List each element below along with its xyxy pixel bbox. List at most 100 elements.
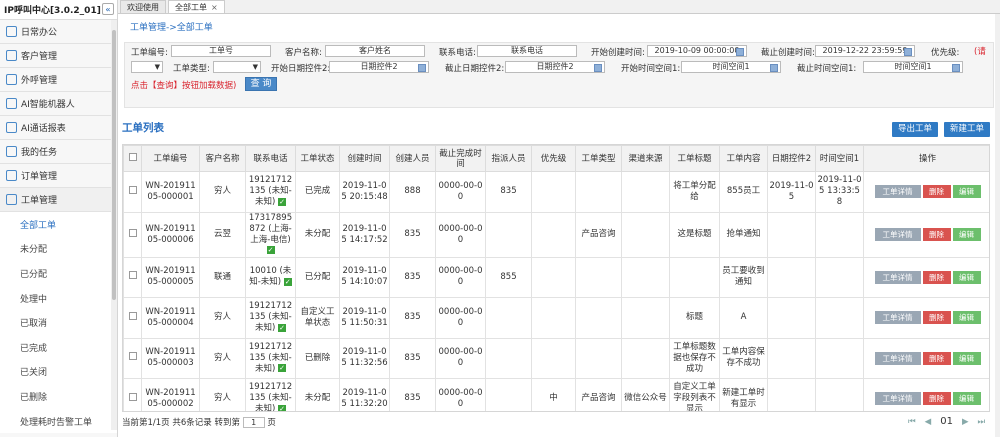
detail-button[interactable]: 工单详情 bbox=[874, 185, 921, 199]
cell-text: 标题 bbox=[685, 312, 703, 323]
export-button[interactable]: 导出工单 bbox=[892, 122, 938, 137]
detail-button[interactable]: 工单详情 bbox=[874, 392, 921, 406]
main-scrollbar[interactable] bbox=[995, 14, 1000, 437]
start-create-input[interactable]: 2019-10-09 00:00:00 bbox=[647, 45, 747, 57]
table-row[interactable]: WN-20191105-000005 联通 10010 (未知-未知) ✓ 已分配 20… bbox=[123, 256, 989, 298]
row-select[interactable] bbox=[123, 378, 142, 411]
cell-type bbox=[575, 297, 622, 339]
page-suffix: 页 bbox=[267, 418, 276, 428]
end-time1-label: 截止时间空间1: bbox=[797, 64, 857, 74]
menu-tickets[interactable]: 工单管理 bbox=[0, 188, 117, 212]
page-jump-input[interactable]: 1 bbox=[242, 417, 265, 428]
table-row[interactable]: WN-20191105-000004 穷人 19121712135 (未知-未知) … bbox=[123, 297, 989, 339]
ticket-no-label: 工单编号: bbox=[131, 48, 168, 58]
menu-daily-office[interactable]: 日常办公 bbox=[0, 20, 117, 44]
edit-button[interactable]: 编辑 bbox=[952, 311, 981, 325]
phone-input[interactable]: 联系电话 bbox=[477, 45, 577, 57]
end-create-input[interactable]: 2019-12-22 23:59:59 bbox=[815, 45, 915, 57]
row-select[interactable] bbox=[123, 337, 142, 379]
cell-creator: 888 bbox=[389, 171, 436, 213]
row-select[interactable] bbox=[123, 297, 142, 339]
header-select-all[interactable] bbox=[123, 145, 142, 172]
priority-select[interactable]: ▼ bbox=[131, 61, 163, 73]
detail-button[interactable]: 工单详情 bbox=[874, 228, 921, 241]
sidebar-subitem[interactable]: 已分配 bbox=[0, 261, 117, 286]
table-row[interactable]: WN-20191105-000006 云翌 17317895872 (上海-上海-电… bbox=[123, 211, 989, 258]
checkbox[interactable] bbox=[128, 271, 137, 280]
cell-channel bbox=[621, 211, 670, 258]
sidebar-subitem[interactable]: 已关闭 bbox=[0, 359, 117, 385]
prev-page-icon[interactable]: ◀ bbox=[925, 417, 932, 427]
menu-customers[interactable]: 客户管理 bbox=[0, 44, 117, 68]
delete-button[interactable]: 删除 bbox=[922, 351, 951, 365]
cell-deadline: 0000-00-00 bbox=[435, 378, 486, 411]
checkbox[interactable] bbox=[128, 153, 137, 161]
edit-button[interactable]: 编辑 bbox=[952, 270, 981, 284]
sidebar-subitem[interactable]: 已完成 bbox=[0, 334, 117, 360]
sidebar-subitem[interactable]: 处理中 bbox=[0, 285, 117, 311]
tab-welcome[interactable]: 欢迎使用 bbox=[120, 0, 166, 13]
cell-text: 835 bbox=[404, 312, 421, 323]
last-page-icon[interactable]: ⏭ bbox=[977, 417, 985, 427]
checkbox[interactable] bbox=[128, 311, 137, 320]
delete-button[interactable]: 删除 bbox=[922, 185, 951, 199]
tab-all-tickets[interactable]: 全部工单 × bbox=[168, 0, 225, 13]
menu-outbound[interactable]: 外呼管理 bbox=[0, 68, 117, 92]
menu-my-tasks[interactable]: 我的任务 bbox=[0, 140, 117, 164]
edit-button[interactable]: 编辑 bbox=[952, 228, 981, 241]
end-date2-label: 截止日期控件2: bbox=[445, 64, 505, 74]
edit-button[interactable]: 编辑 bbox=[952, 392, 981, 406]
menu-ai-robot[interactable]: AI智能机器人 bbox=[0, 92, 117, 116]
sidebar-subitem[interactable]: 未分配 bbox=[0, 236, 117, 262]
table-row[interactable]: WN-20191105-000001 穷人 19121712135 (未知-未知) … bbox=[123, 171, 989, 213]
start-date2-input[interactable]: 日期控件2 bbox=[329, 61, 429, 73]
collapse-icon[interactable]: « bbox=[102, 3, 114, 15]
first-page-icon[interactable]: ⏮ bbox=[908, 417, 916, 427]
customer-input[interactable]: 客户姓名 bbox=[325, 45, 425, 57]
edit-button[interactable]: 编辑 bbox=[952, 185, 981, 199]
end-time1-input[interactable]: 时间空间1 bbox=[863, 61, 963, 73]
delete-button[interactable]: 删除 bbox=[922, 392, 951, 406]
end-date2-input[interactable]: 日期控件2 bbox=[505, 61, 605, 73]
new-ticket-button[interactable]: 新建工单 bbox=[944, 122, 990, 137]
menu-icon bbox=[6, 50, 17, 61]
table-row[interactable]: WN-20191105-000003 穷人 19121712135 (未知-未知) … bbox=[123, 337, 989, 379]
sidebar-subitem[interactable]: 处理耗时告警工单 bbox=[0, 408, 117, 434]
row-select[interactable] bbox=[123, 211, 142, 258]
row-select[interactable] bbox=[123, 171, 142, 213]
start-time1-input[interactable]: 时间空间1 bbox=[681, 61, 781, 73]
checkbox[interactable] bbox=[128, 228, 137, 237]
filter-panel: 工单编号: 工单号 客户名称: 客户姓名 联系电话: 联系电话 开始创建时间: … bbox=[124, 42, 994, 108]
menu-ai-report[interactable]: AI通话报表 bbox=[0, 116, 117, 140]
delete-button[interactable]: 删除 bbox=[922, 270, 951, 284]
detail-button[interactable]: 工单详情 bbox=[874, 311, 921, 325]
menu-orders[interactable]: 订单管理 bbox=[0, 164, 117, 188]
cell-date2: 2019-11-05 bbox=[767, 171, 816, 213]
edit-button[interactable]: 编辑 bbox=[952, 351, 981, 365]
cell-status: 已分配 bbox=[295, 256, 340, 298]
sidebar-subitem[interactable]: 已删除 bbox=[0, 384, 117, 409]
cell-text: 835 bbox=[404, 393, 421, 404]
delete-button[interactable]: 删除 bbox=[922, 311, 951, 325]
row-select[interactable] bbox=[123, 256, 142, 298]
ticket-no-input[interactable]: 工单号 bbox=[171, 45, 271, 57]
sidebar-scroll-thumb[interactable] bbox=[112, 30, 116, 300]
detail-button[interactable]: 工单详情 bbox=[874, 270, 921, 284]
detail-button[interactable]: 工单详情 bbox=[874, 351, 921, 365]
next-page-icon[interactable]: ▶ bbox=[962, 417, 969, 427]
checkbox[interactable] bbox=[128, 352, 137, 361]
checkbox[interactable] bbox=[128, 392, 137, 401]
cell-time1: 2019-11-05 13:33:58 bbox=[815, 171, 864, 213]
table-row[interactable]: WN-20191105-000002 穷人 19121712135 (未知-未知) … bbox=[123, 378, 989, 411]
sidebar-subitem[interactable]: 全部工单 bbox=[0, 212, 117, 237]
delete-button[interactable]: 删除 bbox=[922, 228, 951, 241]
current-page: 01 bbox=[940, 416, 953, 427]
app-window: IP呼叫中心[3.0.2_01] « 日常办公 客户管理 外呼管理 AI智能机器人 AI… bbox=[0, 0, 1000, 437]
checkbox[interactable] bbox=[128, 185, 137, 194]
cell-time1 bbox=[815, 297, 864, 339]
cell-text: A bbox=[740, 312, 747, 323]
sidebar-subitem[interactable]: 已取消 bbox=[0, 310, 117, 335]
search-button[interactable]: 查 询 bbox=[245, 77, 277, 91]
close-icon[interactable]: × bbox=[211, 3, 218, 12]
ticket-type-select[interactable]: ▼ bbox=[213, 61, 261, 73]
